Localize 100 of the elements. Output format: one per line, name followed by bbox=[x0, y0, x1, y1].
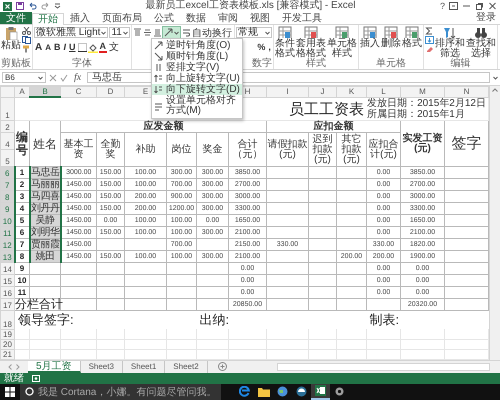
sheet-tab[interactable]: 5月工资 bbox=[28, 360, 81, 372]
circle-app-icon[interactable] bbox=[296, 386, 308, 398]
fill-down-icon[interactable] bbox=[424, 36, 434, 44]
globe-icon[interactable] bbox=[277, 386, 288, 398]
spreadsheet-app-icon[interactable] bbox=[315, 385, 326, 396]
orientation-button[interactable] bbox=[162, 27, 180, 38]
font-size-field[interactable]: 11 bbox=[109, 27, 130, 38]
redo-icon[interactable] bbox=[41, 2, 50, 10]
macro-record-icon[interactable] bbox=[32, 374, 40, 382]
ribbon-tab[interactable]: 开发工具 bbox=[276, 12, 328, 24]
sign-in-link[interactable]: 登录 bbox=[476, 12, 500, 24]
menu-item[interactable]: 竖排文字(V) bbox=[152, 62, 242, 73]
ribbon-tab[interactable]: 页面布局 bbox=[96, 12, 148, 24]
row-header[interactable]: 2 bbox=[0, 120, 14, 132]
paste-button[interactable]: 粘贴 bbox=[1, 26, 21, 59]
row-header[interactable]: 16 bbox=[0, 286, 14, 298]
row-header[interactable]: 20 bbox=[0, 339, 14, 349]
column-header[interactable]: B bbox=[30, 86, 60, 97]
row-header[interactable]: 19 bbox=[0, 329, 14, 339]
column-header[interactable]: C bbox=[60, 86, 96, 97]
ribbon-button[interactable]: 插入 bbox=[360, 26, 380, 59]
border-icon[interactable] bbox=[78, 43, 87, 52]
row-header[interactable]: 9 bbox=[0, 202, 14, 214]
menu-item[interactable]: 顺时针角度(L) bbox=[152, 51, 242, 62]
menu-item[interactable]: 向下旋转文字(D) bbox=[152, 84, 242, 95]
font-name-field[interactable]: 微软雅黑 Light bbox=[34, 27, 108, 38]
row-header[interactable]: 11 bbox=[0, 226, 14, 238]
menu-item[interactable]: 向上旋转文字(U) bbox=[152, 73, 242, 84]
grow-font-button[interactable]: A bbox=[34, 42, 44, 53]
column-header[interactable]: D bbox=[96, 86, 124, 97]
column-header[interactable]: N bbox=[444, 86, 488, 97]
align-bottom-icon[interactable] bbox=[152, 28, 162, 37]
ribbon-tab[interactable]: 插入 bbox=[64, 12, 96, 24]
align-top-icon[interactable] bbox=[132, 28, 142, 37]
customize-icon[interactable] bbox=[54, 3, 61, 9]
scroll-up-icon[interactable] bbox=[492, 88, 498, 92]
ribbon-button[interactable]: 删除 bbox=[380, 26, 401, 59]
row-header[interactable]: 5 bbox=[0, 150, 14, 166]
sum-icon[interactable] bbox=[424, 27, 434, 35]
row-header[interactable]: 14 bbox=[0, 262, 14, 274]
shrink-font-button[interactable]: A bbox=[44, 42, 52, 53]
folder-icon[interactable] bbox=[258, 386, 270, 397]
eraser-icon[interactable] bbox=[424, 45, 434, 53]
row-header[interactable]: 21 bbox=[0, 349, 14, 359]
ribbon-button[interactable]: 排序和筛选 bbox=[434, 26, 465, 59]
browser-icon[interactable] bbox=[239, 386, 250, 398]
italic-button[interactable]: I bbox=[62, 42, 68, 53]
insert-function-button[interactable]: fx bbox=[71, 72, 84, 83]
vertical-scrollbar[interactable] bbox=[489, 86, 500, 360]
row-header[interactable]: 10 bbox=[0, 214, 14, 226]
ribbon-tab[interactable]: 公式 bbox=[148, 12, 180, 24]
horizontal-scrollbar[interactable] bbox=[276, 362, 490, 370]
comma-button[interactable]: , bbox=[267, 42, 272, 53]
column-header[interactable]: M bbox=[400, 86, 444, 97]
percent-button[interactable]: % bbox=[256, 42, 266, 53]
undo-icon[interactable] bbox=[28, 2, 37, 10]
ribbon-tab[interactable]: 视图 bbox=[244, 12, 276, 24]
ribbon-button[interactable]: 条件格式 bbox=[274, 26, 295, 59]
row-header[interactable]: 7 bbox=[0, 178, 14, 190]
scissors-icon[interactable] bbox=[22, 27, 31, 35]
underline-button[interactable]: U bbox=[68, 42, 77, 53]
bold-button[interactable]: B bbox=[53, 42, 62, 53]
row-header[interactable]: 6 bbox=[0, 166, 14, 178]
font-color-button[interactable]: A bbox=[98, 42, 108, 53]
row-header[interactable]: 12 bbox=[0, 238, 14, 250]
ribbon-button[interactable]: 查找和选择 bbox=[466, 26, 496, 59]
menu-item[interactable]: 逆时针角度(O) bbox=[152, 40, 242, 51]
align-middle-icon[interactable] bbox=[142, 28, 152, 37]
add-sheet-icon[interactable] bbox=[218, 362, 227, 371]
row-header[interactable]: 17 bbox=[0, 298, 14, 310]
enter-icon[interactable] bbox=[60, 74, 68, 82]
fill-color-icon[interactable] bbox=[88, 42, 98, 52]
windows-start-icon[interactable] bbox=[5, 386, 15, 397]
ribbon-display-icon[interactable] bbox=[449, 2, 458, 10]
ribbon-button[interactable]: 格式 bbox=[402, 26, 422, 59]
column-header[interactable]: K bbox=[336, 86, 366, 97]
search-field[interactable]: 我是 Cortana，小娜。有问题尽管问我。 bbox=[20, 384, 222, 400]
ribbon-tab[interactable]: 开始 bbox=[32, 13, 64, 25]
row-header[interactable]: 13 bbox=[0, 250, 14, 262]
help-button[interactable]: ? bbox=[440, 1, 445, 11]
number-format-field[interactable]: 常规 bbox=[236, 27, 272, 38]
row-header[interactable]: 18 bbox=[0, 310, 14, 329]
cancel-icon[interactable] bbox=[49, 74, 57, 82]
format-brush-icon[interactable] bbox=[22, 45, 31, 53]
column-header[interactable]: L bbox=[366, 86, 400, 97]
ribbon-tab[interactable]: 文件 bbox=[0, 12, 32, 24]
ribbon-tab[interactable]: 审阅 bbox=[212, 12, 244, 24]
ribbon-button[interactable]: 套用表格格式 bbox=[296, 26, 326, 59]
row-header[interactable]: 15 bbox=[0, 274, 14, 286]
row-header[interactable]: 4 bbox=[0, 132, 14, 150]
save-icon[interactable] bbox=[16, 2, 24, 10]
name-box[interactable]: B6 bbox=[2, 72, 46, 83]
column-header[interactable]: A bbox=[14, 86, 30, 97]
ribbon-button[interactable]: 单元格样式 bbox=[326, 26, 357, 59]
column-header[interactable]: J bbox=[308, 86, 336, 97]
ribbon-tab[interactable]: 数据 bbox=[180, 12, 212, 24]
row-header[interactable]: 8 bbox=[0, 190, 14, 202]
phonetic-button[interactable]: 文 bbox=[108, 42, 120, 53]
gear-app-icon[interactable] bbox=[334, 386, 346, 398]
row-header[interactable]: 1 bbox=[0, 97, 14, 120]
